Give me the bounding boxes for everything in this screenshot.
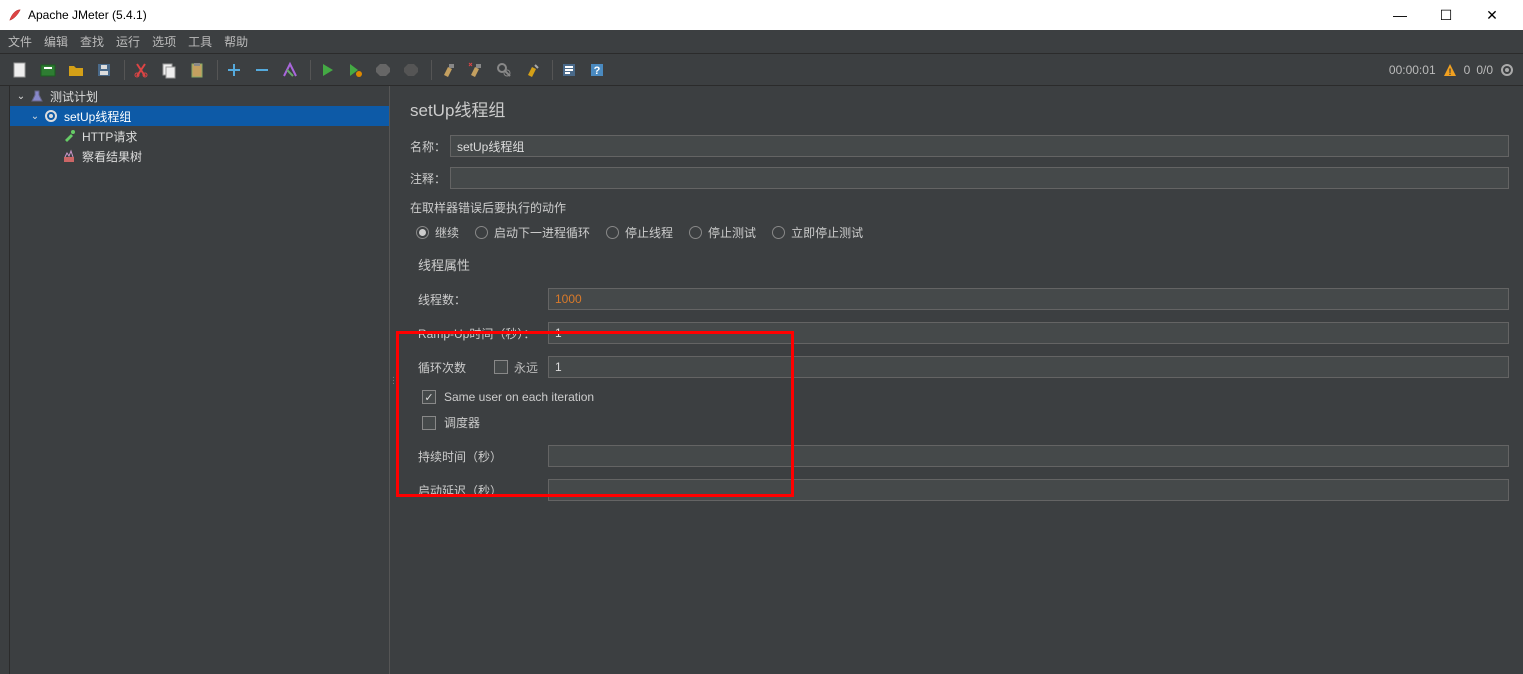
expand-icon[interactable]	[222, 58, 246, 82]
cut-icon[interactable]	[129, 58, 153, 82]
delay-label: 启动延迟（秒）	[418, 482, 548, 499]
loop-label: 循环次数	[418, 359, 494, 376]
same-user-label: Same user on each iteration	[444, 390, 594, 404]
menu-search[interactable]: 查找	[80, 33, 104, 50]
paste-icon[interactable]	[185, 58, 209, 82]
function-helper-icon[interactable]	[557, 58, 581, 82]
new-icon[interactable]	[8, 58, 32, 82]
window-controls: — ☐ ✕	[1377, 0, 1515, 30]
beaker-icon	[28, 88, 46, 104]
copy-icon[interactable]	[157, 58, 181, 82]
radio-stop-thread[interactable]: 停止线程	[606, 224, 673, 241]
on-error-label: 在取样器错误后要执行的动作	[410, 199, 1509, 216]
test-plan-tree[interactable]: ⌄ 测试计划 ⌄ setUp线程组 HTTP请求 察看结果树	[10, 86, 390, 674]
threads-input[interactable]	[548, 288, 1509, 310]
menubar: 文件 编辑 查找 运行 选项 工具 帮助	[0, 30, 1523, 54]
tree-label: 测试计划	[50, 88, 98, 105]
radio-start-next-loop[interactable]: 启动下一进程循环	[475, 224, 590, 241]
tree-expander-icon[interactable]: ⌄	[28, 111, 42, 122]
stop-icon[interactable]	[371, 58, 395, 82]
pipette-icon	[60, 128, 78, 144]
same-user-checkbox[interactable]	[422, 390, 436, 404]
comment-input[interactable]	[450, 167, 1509, 189]
running-indicator-icon	[1499, 62, 1515, 78]
delay-input	[548, 479, 1509, 501]
rampup-input[interactable]	[548, 322, 1509, 344]
name-input[interactable]	[450, 135, 1509, 157]
tree-row-test-plan[interactable]: ⌄ 测试计划	[10, 86, 389, 106]
save-icon[interactable]	[92, 58, 116, 82]
close-button[interactable]: ✕	[1469, 0, 1515, 30]
reset-search-icon[interactable]	[520, 58, 544, 82]
scheduler-checkbox[interactable]	[422, 416, 436, 430]
menu-file[interactable]: 文件	[8, 33, 32, 50]
loop-input[interactable]	[548, 356, 1509, 378]
jmeter-feather-icon	[8, 8, 22, 22]
collapse-icon[interactable]	[250, 58, 274, 82]
on-error-radio-group: 继续 启动下一进程循环 停止线程 停止测试 立即停止测试	[416, 224, 1509, 241]
start-icon[interactable]	[315, 58, 339, 82]
toolbar: ? 00:00:01 ! 0 0/0	[0, 54, 1523, 86]
warning-count: 0	[1464, 63, 1471, 77]
threads-label: 线程数：	[418, 291, 548, 308]
thread-count: 0/0	[1476, 63, 1493, 77]
thread-properties-title: 线程属性	[418, 255, 1509, 274]
tree-row-results-tree[interactable]: 察看结果树	[10, 146, 389, 166]
search-icon[interactable]	[492, 58, 516, 82]
titlebar: Apache JMeter (5.4.1) — ☐ ✕	[0, 0, 1523, 30]
help-icon[interactable]: ?	[585, 58, 609, 82]
menu-options[interactable]: 选项	[152, 33, 176, 50]
radio-continue[interactable]: 继续	[416, 224, 459, 241]
gear-icon	[42, 108, 60, 124]
tree-label: HTTP请求	[82, 128, 137, 145]
timer-label: 00:00:01	[1389, 63, 1436, 77]
templates-icon[interactable]	[36, 58, 60, 82]
start-no-timers-icon[interactable]	[343, 58, 367, 82]
menu-run[interactable]: 运行	[116, 33, 140, 50]
tree-row-setup-thread-group[interactable]: ⌄ setUp线程组	[10, 106, 389, 126]
comment-label: 注释：	[410, 170, 450, 187]
tree-label: setUp线程组	[64, 108, 131, 125]
warning-icon[interactable]: !	[1442, 62, 1458, 78]
minimize-button[interactable]: —	[1377, 0, 1423, 30]
left-gutter	[0, 86, 10, 674]
main-area: ⌄ 测试计划 ⌄ setUp线程组 HTTP请求 察看结果树 ··· setUp…	[0, 86, 1523, 674]
menu-help[interactable]: 帮助	[224, 33, 248, 50]
content-panel: setUp线程组 名称： 注释： 在取样器错误后要执行的动作 继续 启动下一进程…	[396, 86, 1523, 674]
toggle-icon[interactable]	[278, 58, 302, 82]
shutdown-icon[interactable]	[399, 58, 423, 82]
rampup-label: Ramp-Up时间（秒）：	[418, 325, 548, 342]
clear-all-icon[interactable]	[464, 58, 488, 82]
clear-icon[interactable]	[436, 58, 460, 82]
duration-label: 持续时间（秒）	[418, 448, 548, 465]
results-tree-icon	[60, 148, 78, 164]
forever-label: 永远	[514, 359, 538, 376]
duration-input	[548, 445, 1509, 467]
menu-edit[interactable]: 编辑	[44, 33, 68, 50]
tree-expander-icon[interactable]: ⌄	[14, 91, 28, 102]
name-label: 名称：	[410, 138, 450, 155]
window-title: Apache JMeter (5.4.1)	[28, 8, 1377, 22]
open-icon[interactable]	[64, 58, 88, 82]
forever-checkbox[interactable]	[494, 360, 508, 374]
tree-row-http-request[interactable]: HTTP请求	[10, 126, 389, 146]
menu-tools[interactable]: 工具	[188, 33, 212, 50]
svg-text:?: ?	[594, 65, 601, 77]
svg-text:!: !	[1448, 67, 1451, 77]
maximize-button[interactable]: ☐	[1423, 0, 1469, 30]
scheduler-label: 调度器	[444, 414, 480, 431]
radio-stop-test[interactable]: 停止测试	[689, 224, 756, 241]
radio-stop-test-now[interactable]: 立即停止测试	[772, 224, 863, 241]
panel-title: setUp线程组	[410, 96, 1509, 121]
tree-label: 察看结果树	[82, 148, 142, 165]
